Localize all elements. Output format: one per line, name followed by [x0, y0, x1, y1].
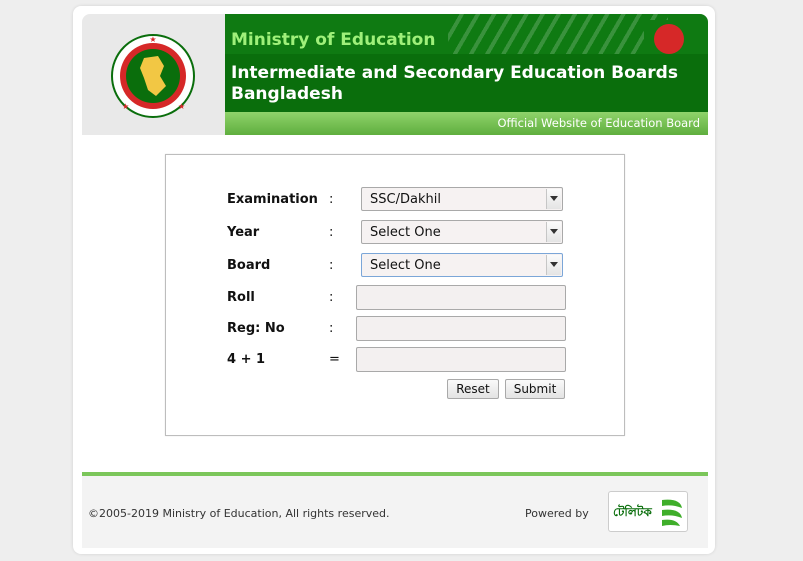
examination-select[interactable]: SSC/Dakhil: [361, 187, 563, 211]
site-header: Ministry of Education Intermediate and S…: [225, 14, 708, 135]
separator: =: [329, 352, 340, 367]
reg-no-input[interactable]: [356, 316, 566, 341]
separator: :: [329, 258, 334, 273]
result-form: Examination : SSC/Dakhil Year : Select O…: [165, 154, 625, 436]
separator: :: [329, 192, 334, 207]
chevron-down-icon[interactable]: [546, 189, 561, 209]
label-captcha: 4 + 1: [227, 352, 266, 367]
header-decoration: [448, 14, 668, 54]
leaf-icon: [662, 499, 682, 526]
svg-text:★: ★: [122, 102, 129, 111]
header-top-bar: Ministry of Education: [225, 14, 708, 56]
reset-button[interactable]: Reset: [447, 379, 499, 399]
powered-by-text: Powered by: [525, 507, 589, 520]
page-card: ★ ★ ★ Ministry of Education Intermediate…: [73, 6, 715, 554]
svg-text:★: ★: [178, 102, 185, 111]
logo-panel: ★ ★ ★: [82, 14, 225, 135]
brand-name: টেলিটক: [613, 505, 652, 519]
government-seal-icon: ★ ★ ★: [111, 34, 195, 118]
ministry-title: Ministry of Education: [231, 30, 436, 50]
label-examination: Examination: [227, 192, 318, 207]
submit-button[interactable]: Submit: [505, 379, 565, 399]
chevron-down-icon[interactable]: [546, 255, 561, 275]
separator: :: [329, 290, 334, 305]
examination-select-value: SSC/Dakhil: [370, 192, 441, 207]
board-select[interactable]: Select One: [361, 253, 563, 277]
board-select-value: Select One: [370, 258, 441, 273]
separator: :: [329, 225, 334, 240]
org-line-1: Intermediate and Secondary Education Boa…: [231, 63, 678, 83]
captcha-input[interactable]: [356, 347, 566, 372]
teletalk-logo-icon[interactable]: টেলিটক: [608, 491, 688, 532]
label-reg-no: Reg: No: [227, 321, 285, 336]
bangladesh-flag-icon: [644, 20, 694, 56]
label-year: Year: [227, 225, 260, 240]
header-tagline-bar: Official Website of Education Board: [225, 112, 708, 135]
label-roll: Roll: [227, 290, 255, 305]
year-select[interactable]: Select One: [361, 220, 563, 244]
header-org-bar: Intermediate and Secondary Education Boa…: [225, 54, 708, 112]
organization-name: Intermediate and Secondary Education Boa…: [231, 63, 701, 105]
site-footer: ©2005-2019 Ministry of Education, All ri…: [82, 476, 708, 548]
year-select-value: Select One: [370, 225, 441, 240]
svg-text:★: ★: [149, 35, 156, 44]
label-board: Board: [227, 258, 271, 273]
roll-input[interactable]: [356, 285, 566, 310]
copyright-text: ©2005-2019 Ministry of Education, All ri…: [88, 507, 390, 520]
tagline: Official Website of Education Board: [497, 116, 700, 130]
separator: :: [329, 321, 334, 336]
org-line-2: Bangladesh: [231, 84, 343, 104]
chevron-down-icon[interactable]: [546, 222, 561, 242]
